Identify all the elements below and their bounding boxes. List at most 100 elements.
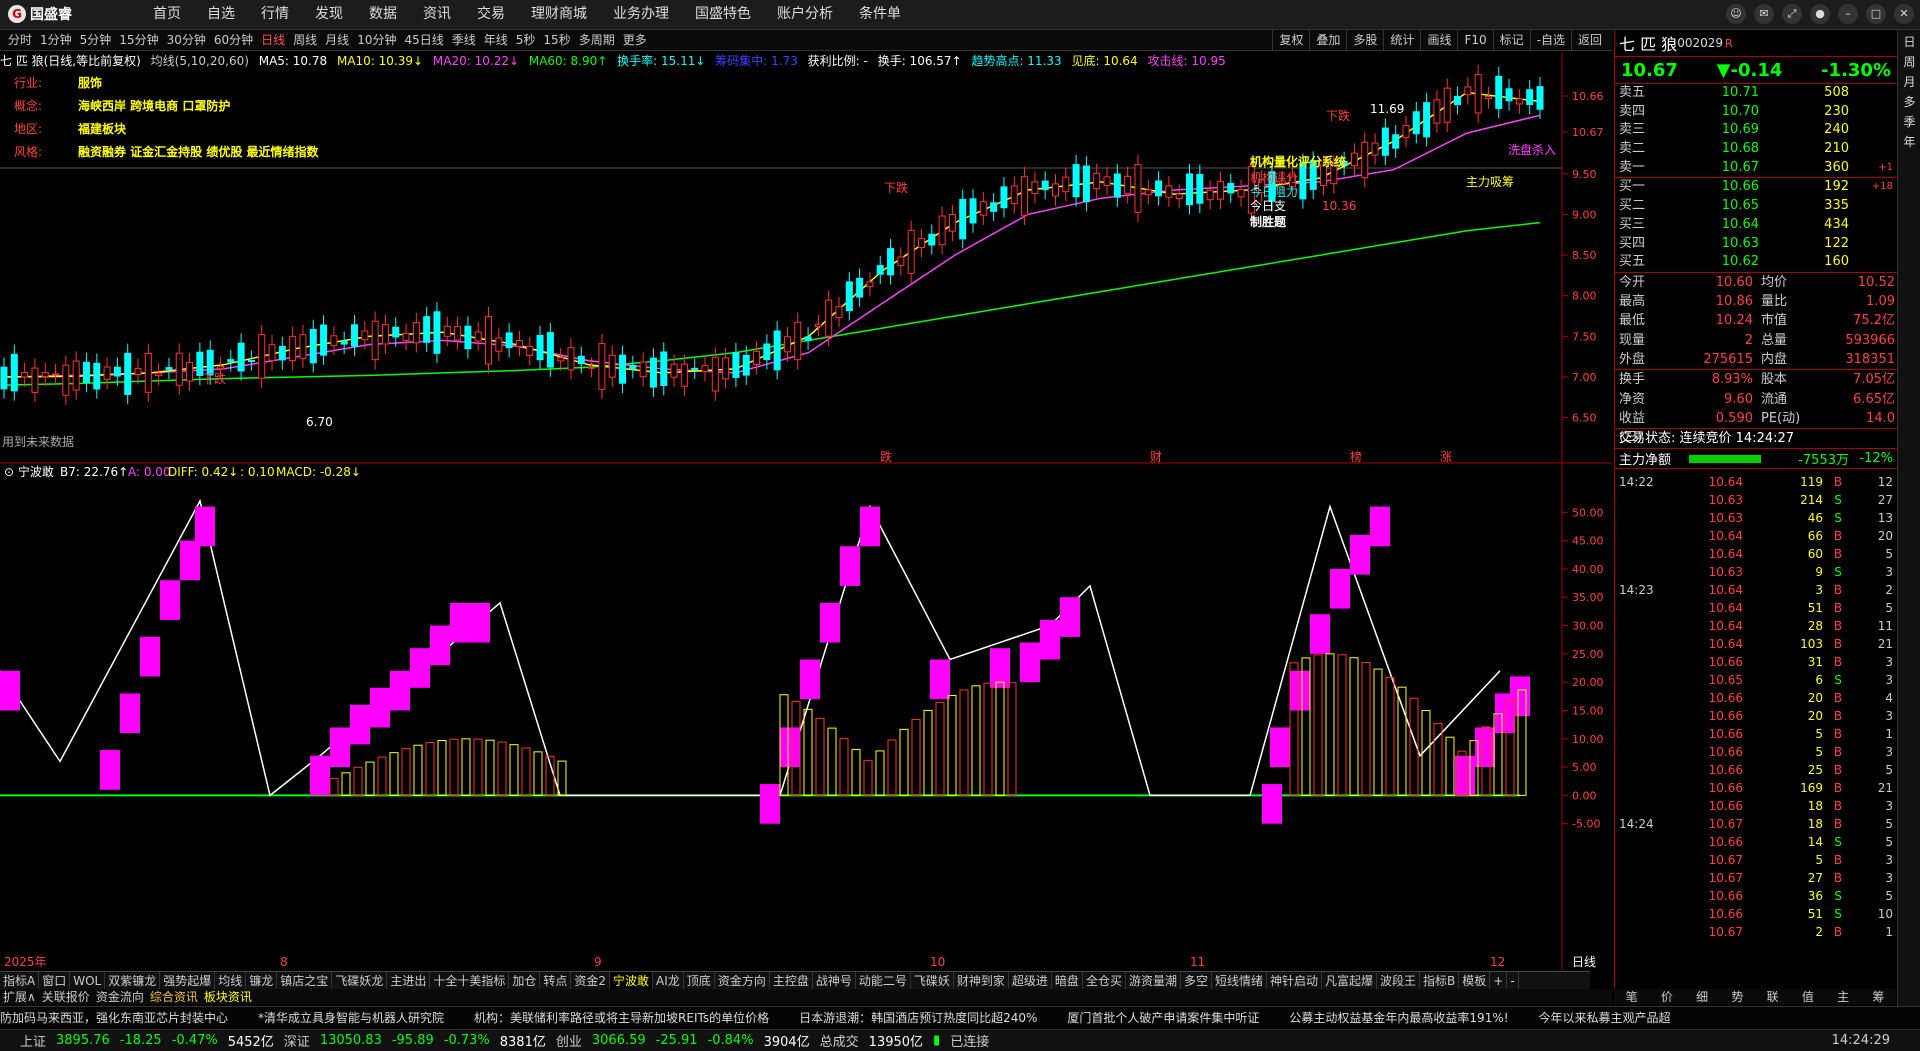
period-tab-2[interactable]: 5分钟 xyxy=(76,30,116,50)
indicator-tab-19[interactable]: 战神号 xyxy=(813,972,856,990)
side-rail-item-3[interactable]: 多 xyxy=(1898,93,1920,110)
cy-name[interactable]: 创业 xyxy=(556,1031,582,1050)
bids-row-1[interactable]: 买二 10.65 335 xyxy=(1615,197,1897,216)
indicator-tab-34[interactable]: + xyxy=(1490,972,1508,990)
side-rail-item-5[interactable]: 年 xyxy=(1898,133,1920,150)
asks-row-0[interactable]: 卖五 10.71 508 xyxy=(1615,84,1897,103)
tool-button-6[interactable]: 标记 xyxy=(1492,30,1530,50)
indicator-tab-6[interactable]: 镰龙 xyxy=(246,972,278,990)
tool-button-8[interactable]: 返回 xyxy=(1570,30,1608,50)
tool-button-4[interactable]: 画线 xyxy=(1420,30,1457,50)
indicator-tab-9[interactable]: 主进出 xyxy=(387,972,431,990)
indicator-tab-17[interactable]: 资金方向 xyxy=(715,972,770,990)
menu-item-10[interactable]: 账户分析 xyxy=(764,0,846,29)
quote-tab-7[interactable]: 筹 xyxy=(1861,989,1896,1005)
indicator-tab-11[interactable]: 加仓 xyxy=(509,972,541,990)
indicator-tab-28[interactable]: 短线情绪 xyxy=(1212,972,1267,990)
quote-tab-4[interactable]: 联 xyxy=(1755,989,1790,1005)
info-tab-4[interactable]: 板块资讯 xyxy=(201,989,255,1005)
indicator-tab-4[interactable]: 强势起爆 xyxy=(160,972,216,990)
indicator-tab-15[interactable]: AI龙 xyxy=(653,972,684,990)
bids-row-0[interactable]: 买一 10.66 192 +18 xyxy=(1615,178,1897,197)
price-chart[interactable]: 11.69 6.70 用到未来数据 下跌 下跌 下跌 机构量化评分系统 机构评分… xyxy=(0,52,1612,970)
period-tab-0[interactable]: 分时 xyxy=(4,30,36,50)
news-item-0[interactable]: 防加码马来西亚，强化东南亚芯片封装中心 xyxy=(0,1007,228,1029)
menu-item-9[interactable]: 国盛特色 xyxy=(682,0,764,29)
news-item-6[interactable]: 今年以来私募主观产品超 xyxy=(1539,1007,1671,1029)
indicator-tab-29[interactable]: 神针启动 xyxy=(1267,972,1323,990)
asks-row-4[interactable]: 卖一 10.67 360 +1 xyxy=(1615,159,1897,178)
sh-name[interactable]: 上证 xyxy=(20,1031,46,1050)
tool-button-5[interactable]: F10 xyxy=(1457,30,1492,50)
bids-row-2[interactable]: 买三 10.64 434 xyxy=(1615,216,1897,235)
menu-item-2[interactable]: 行情 xyxy=(248,0,302,29)
period-tab-15[interactable]: 多周期 xyxy=(575,30,619,50)
period-tab-9[interactable]: 10分钟 xyxy=(353,30,400,50)
period-tab-14[interactable]: 15秒 xyxy=(539,30,574,50)
side-rail-item-2[interactable]: 月 xyxy=(1898,73,1920,90)
period-tab-13[interactable]: 5秒 xyxy=(512,30,540,50)
tool-button-0[interactable]: 复权 xyxy=(1272,30,1309,50)
info-tab-1[interactable]: 关联报价 xyxy=(39,989,93,1005)
asks-row-1[interactable]: 卖四 10.70 230 xyxy=(1615,103,1897,122)
indicator-tab-27[interactable]: 多空 xyxy=(1181,972,1212,990)
sz-name[interactable]: 深证 xyxy=(284,1031,310,1050)
period-tab-16[interactable]: 更多 xyxy=(619,30,651,50)
period-tab-8[interactable]: 月线 xyxy=(321,30,353,50)
maximize-icon[interactable]: □ xyxy=(1866,4,1886,24)
close-icon[interactable]: ✕ xyxy=(1894,4,1914,24)
quote-tab-6[interactable]: 主 xyxy=(1826,989,1861,1005)
minimize-icon[interactable]: – xyxy=(1838,4,1858,24)
indicator-tab-14[interactable]: 宁波敢 xyxy=(610,972,654,990)
period-tab-10[interactable]: 45日线 xyxy=(400,30,447,50)
side-rail-item-1[interactable]: 周 xyxy=(1898,53,1920,70)
indicator-tab-0[interactable]: 指标A xyxy=(0,972,40,990)
indicator-tab-16[interactable]: 顶底 xyxy=(684,972,715,990)
menu-item-0[interactable]: 首页 xyxy=(140,0,194,29)
indicator-tab-2[interactable]: WOL xyxy=(70,972,106,990)
quote-tab-3[interactable]: 势 xyxy=(1720,989,1755,1005)
period-tab-1[interactable]: 1分钟 xyxy=(36,30,76,50)
tool-button-1[interactable]: 叠加 xyxy=(1309,30,1346,50)
side-rail-item-4[interactable]: 季 xyxy=(1898,113,1920,130)
indicator-tab-18[interactable]: 主控盘 xyxy=(770,972,813,990)
info-tab-0[interactable]: 扩展∧ xyxy=(0,989,39,1005)
quote-tab-2[interactable]: 细 xyxy=(1685,989,1720,1005)
indicator-tab-21[interactable]: 飞碟妖 xyxy=(911,972,954,990)
indicator-tab-20[interactable]: 动能二号 xyxy=(856,972,911,990)
bids-row-4[interactable]: 买五 10.62 160 xyxy=(1615,253,1897,272)
indicator-tab-13[interactable]: 资金2 xyxy=(571,972,611,990)
tool-button-7[interactable]: -自选 xyxy=(1529,30,1571,50)
indicator-tab-33[interactable]: 模板 xyxy=(1459,972,1491,990)
menu-item-4[interactable]: 数据 xyxy=(356,0,410,29)
menu-item-5[interactable]: 资讯 xyxy=(410,0,464,29)
period-tab-12[interactable]: 年线 xyxy=(480,30,512,50)
side-rail-item-0[interactable]: 日 xyxy=(1898,33,1920,50)
menu-item-7[interactable]: 理财商城 xyxy=(518,0,600,29)
indicator-tab-35[interactable]: - xyxy=(1507,972,1519,990)
news-item-4[interactable]: 厦门首批个人破产申请案件集中听证 xyxy=(1067,1007,1259,1029)
indicator-tab-30[interactable]: 凡富起爆 xyxy=(1322,972,1378,990)
indicator-tab-5[interactable]: 均线 xyxy=(215,972,247,990)
indicator-tab-10[interactable]: 十全十美指标 xyxy=(430,972,510,990)
indicator-tab-23[interactable]: 超级进 xyxy=(1009,972,1052,990)
period-tab-7[interactable]: 周线 xyxy=(289,30,321,50)
menu-item-8[interactable]: 业务办理 xyxy=(600,0,682,29)
period-tab-4[interactable]: 30分钟 xyxy=(163,30,210,50)
bids-row-3[interactable]: 买四 10.63 122 xyxy=(1615,235,1897,254)
period-tab-6[interactable]: 日线 xyxy=(257,30,289,50)
news-item-5[interactable]: 公募主动权益基金年内最高收益率191%! xyxy=(1289,1007,1508,1029)
indicator-tab-3[interactable]: 双紫镰龙 xyxy=(105,972,161,990)
info-tab-2[interactable]: 资金流向 xyxy=(93,989,147,1005)
asks-row-2[interactable]: 卖三 10.69 240 xyxy=(1615,121,1897,140)
period-tab-3[interactable]: 15分钟 xyxy=(115,30,162,50)
indicator-tab-26[interactable]: 游资量潮 xyxy=(1126,972,1181,990)
indicator-tab-32[interactable]: 指标B xyxy=(1420,972,1460,990)
quote-tab-5[interactable]: 值 xyxy=(1790,989,1825,1005)
tool-button-3[interactable]: 统计 xyxy=(1383,30,1420,50)
indicator-tab-25[interactable]: 全仓买 xyxy=(1083,972,1126,990)
indicator-tab-22[interactable]: 财神到家 xyxy=(954,972,1009,990)
indicator-tab-12[interactable]: 转点 xyxy=(540,972,572,990)
menu-item-3[interactable]: 发现 xyxy=(302,0,356,29)
indicator-tab-24[interactable]: 暗盘 xyxy=(1052,972,1083,990)
